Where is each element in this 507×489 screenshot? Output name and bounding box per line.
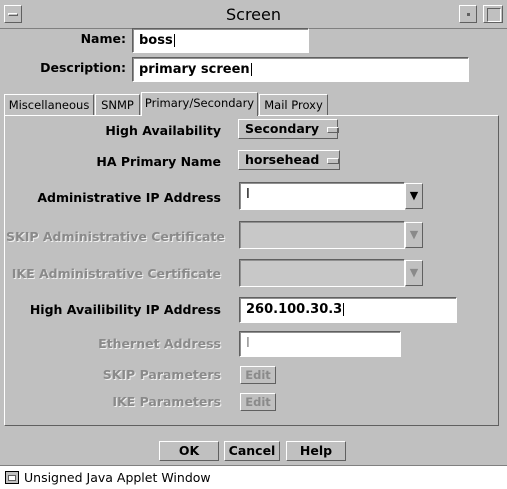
ike-params-edit-button: Edit xyxy=(240,393,276,411)
high-availability-label: High Availability xyxy=(105,123,221,138)
text-caret xyxy=(343,303,345,316)
cancel-button[interactable]: Cancel xyxy=(224,441,280,461)
window-title: Screen xyxy=(225,5,281,24)
ha-ip-label: High Availibility IP Address xyxy=(29,302,221,317)
text-caret xyxy=(250,63,252,76)
ike-cert-label: IKE Administrative Certificate xyxy=(11,266,221,281)
high-availability-select[interactable]: Secondary xyxy=(238,119,340,139)
tab-mail-proxy[interactable]: Mail Proxy xyxy=(259,94,328,115)
applet-window-icon xyxy=(5,471,19,484)
skip-params-label: SKIP Parameters xyxy=(102,367,221,382)
admin-ip-input[interactable]: I xyxy=(239,182,405,210)
minimize-icon[interactable] xyxy=(459,5,477,23)
description-label: Description: xyxy=(40,60,126,75)
description-field[interactable]: primary screen xyxy=(132,57,469,82)
skip-params-edit-button: Edit xyxy=(240,366,276,384)
ike-cert-dropdown-button: ▼ xyxy=(405,260,423,286)
status-bar: Unsigned Java Applet Window xyxy=(0,465,507,489)
ha-primary-name-value: horsehead xyxy=(245,152,320,167)
ha-ip-input[interactable]: 260.100.30.3 xyxy=(239,297,457,323)
name-field[interactable]: boss xyxy=(132,28,309,53)
option-menu-indicator-icon xyxy=(327,126,340,133)
maximize-icon[interactable] xyxy=(483,5,503,23)
tab-primary-secondary[interactable]: Primary/Secondary xyxy=(141,92,258,116)
ethernet-input[interactable]: I xyxy=(239,331,401,357)
help-button[interactable]: Help xyxy=(286,441,346,461)
admin-ip-label: Administrative IP Address xyxy=(37,190,221,205)
ha-primary-name-label: HA Primary Name xyxy=(96,154,221,169)
high-availability-value: Secondary xyxy=(245,121,320,136)
tab-miscellaneous[interactable]: Miscellaneous xyxy=(4,94,94,115)
text-cursor-icon: I xyxy=(246,336,250,351)
ha-primary-name-select[interactable]: horsehead xyxy=(238,150,340,170)
name-value: boss xyxy=(139,33,173,48)
ha-ip-value: 260.100.30.3 xyxy=(246,302,343,317)
text-caret xyxy=(173,34,175,47)
name-label: Name: xyxy=(80,31,126,46)
skip-cert-dropdown-button: ▼ xyxy=(405,222,423,248)
admin-ip-dropdown-button[interactable]: ▼ xyxy=(405,183,423,209)
skip-cert-input xyxy=(239,221,405,249)
tab-snmp[interactable]: SNMP xyxy=(95,94,140,115)
ok-button[interactable]: OK xyxy=(159,441,219,461)
status-text: Unsigned Java Applet Window xyxy=(24,470,211,485)
text-cursor-icon: I xyxy=(246,187,250,202)
ethernet-label: Ethernet Address xyxy=(98,336,221,351)
skip-cert-label: SKIP Administrative Certificate xyxy=(6,229,225,244)
ike-cert-input xyxy=(239,259,405,287)
option-menu-indicator-icon xyxy=(327,157,340,164)
ike-params-label: IKE Parameters xyxy=(112,394,221,409)
description-value: primary screen xyxy=(139,62,250,77)
